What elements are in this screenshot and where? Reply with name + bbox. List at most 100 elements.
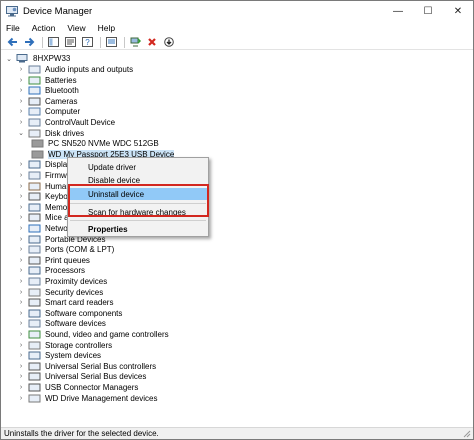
expand-chevron-icon[interactable]: › xyxy=(17,108,25,115)
help-icon[interactable]: ? xyxy=(80,36,94,48)
update-driver-icon[interactable] xyxy=(104,36,118,48)
tree-category-item[interactable]: › System devices xyxy=(17,350,101,361)
expand-chevron-icon[interactable]: › xyxy=(17,320,25,327)
device-category-icon xyxy=(28,182,41,191)
device-manager-icon xyxy=(6,5,18,16)
expand-chevron-icon[interactable]: › xyxy=(17,352,25,359)
close-button[interactable]: ✕ xyxy=(443,1,473,21)
ctx-separator xyxy=(70,220,206,221)
expand-chevron-icon[interactable]: › xyxy=(17,87,25,94)
tree-category-item[interactable]: ⌄ Disk drives xyxy=(17,128,84,139)
minimize-button[interactable]: — xyxy=(383,1,413,21)
tree-item-label: Processors xyxy=(45,266,86,276)
expand-chevron-icon[interactable]: › xyxy=(17,267,25,274)
tree-category-item[interactable]: › Print queues xyxy=(17,255,90,266)
back-arrow-icon[interactable] xyxy=(5,36,19,48)
device-category-icon xyxy=(28,394,41,403)
status-bar: Uninstalls the driver for the selected d… xyxy=(1,427,473,439)
expand-chevron-icon[interactable]: › xyxy=(17,331,25,338)
tree-category-item[interactable]: › Software components xyxy=(17,308,123,319)
expand-chevron-icon[interactable]: › xyxy=(17,299,25,306)
device-category-icon xyxy=(28,160,41,169)
device-category-icon xyxy=(28,330,41,339)
expand-chevron-icon[interactable]: › xyxy=(17,214,25,221)
expand-chevron-icon[interactable]: › xyxy=(17,193,25,200)
menu-file[interactable]: File xyxy=(6,23,20,33)
tree-category-item[interactable]: › Memor xyxy=(17,202,70,213)
expand-chevron-icon[interactable]: › xyxy=(17,77,25,84)
tree-category-item[interactable]: › Audio inputs and outputs xyxy=(17,64,133,75)
tree-category-item[interactable]: › Smart card readers xyxy=(17,297,114,308)
expand-chevron-icon[interactable]: › xyxy=(17,183,25,190)
expand-chevron-icon[interactable]: › xyxy=(17,66,25,73)
tree-category-item[interactable]: › ControlVault Device xyxy=(17,117,115,128)
expand-chevron-icon[interactable]: › xyxy=(17,363,25,370)
title-bar: Device Manager — ☐ ✕ xyxy=(1,1,473,21)
menu-action[interactable]: Action xyxy=(32,23,56,33)
tree-root[interactable]: ⌄ 8HXPW33 xyxy=(5,53,70,64)
expand-chevron-icon[interactable]: › xyxy=(17,161,25,168)
expand-chevron-icon[interactable]: › xyxy=(17,373,25,380)
expand-chevron-icon[interactable]: › xyxy=(17,225,25,232)
expand-chevron-icon[interactable]: › xyxy=(17,257,25,264)
device-category-icon xyxy=(28,171,41,180)
tree-category-item[interactable]: › Processors xyxy=(17,265,85,276)
menu-view[interactable]: View xyxy=(67,23,85,33)
resize-grip-icon[interactable] xyxy=(463,430,471,438)
tree-item-label: Smart card readers xyxy=(45,298,114,308)
ctx-properties[interactable]: Properties xyxy=(68,223,208,235)
tree-category-item[interactable]: › Ports (COM & LPT) xyxy=(17,244,115,255)
tree-child-item[interactable]: PC SN520 NVMe WDC 512GB xyxy=(31,138,159,149)
tree-item-label: Sound, video and game controllers xyxy=(45,330,169,339)
tree-category-item[interactable]: › Batteries xyxy=(17,75,77,86)
remove-device-icon[interactable] xyxy=(145,36,159,48)
expand-chevron-icon[interactable]: › xyxy=(17,278,25,285)
expand-chevron-icon[interactable]: › xyxy=(17,384,25,391)
forward-arrow-icon[interactable] xyxy=(22,36,36,48)
maximize-button[interactable]: ☐ xyxy=(413,1,443,21)
window-title: Device Manager xyxy=(23,5,93,17)
tree-category-item[interactable]: › Mice an xyxy=(17,212,73,223)
device-tree: ⌄ 8HXPW33 › Audio inputs and outputs › Batt… xyxy=(1,51,473,427)
properties-icon[interactable] xyxy=(63,36,77,48)
download-arrow-icon[interactable] xyxy=(162,36,176,48)
scan-hardware-icon[interactable] xyxy=(128,36,142,48)
expand-chevron-icon[interactable]: › xyxy=(17,289,25,296)
tree-category-item[interactable]: › WD Drive Management devices xyxy=(17,393,158,404)
tree-category-item[interactable]: › Proximity devices xyxy=(17,276,107,287)
expand-chevron-icon[interactable]: › xyxy=(17,310,25,317)
tree-item-label: Disk drives xyxy=(45,128,85,138)
expand-chevron-icon[interactable]: › xyxy=(17,204,25,211)
tree-category-item[interactable]: › Sound, video and game controllers xyxy=(17,329,169,340)
tree-category-item[interactable]: › Universal Serial Bus devices xyxy=(17,371,147,382)
device-category-icon xyxy=(28,86,41,95)
tree-category-item[interactable]: › Human xyxy=(17,181,71,192)
expand-chevron-icon[interactable]: › xyxy=(17,98,25,105)
expand-chevron-icon[interactable]: › xyxy=(17,395,25,402)
tree-item-label: Computer xyxy=(45,107,81,117)
tree-category-item[interactable]: › Computer xyxy=(17,106,80,117)
collapse-chevron-icon[interactable]: ⌄ xyxy=(5,55,13,63)
ctx-update-driver[interactable]: Update driver xyxy=(68,161,208,173)
tree-category-item[interactable]: › Software devices xyxy=(17,318,106,329)
collapse-chevron-icon[interactable]: ⌄ xyxy=(17,129,25,137)
tree-item-label: System devices xyxy=(45,351,102,361)
expand-chevron-icon[interactable]: › xyxy=(17,246,25,253)
tree-category-item[interactable]: › Cameras xyxy=(17,96,78,107)
tree-item-label: Print queues xyxy=(45,255,90,265)
device-category-icon xyxy=(28,362,41,371)
tree-category-item[interactable]: › Firmwar xyxy=(17,170,74,181)
expand-chevron-icon[interactable]: › xyxy=(17,172,25,179)
expand-chevron-icon[interactable]: › xyxy=(17,236,25,243)
show-hide-tree-icon[interactable] xyxy=(46,36,60,48)
tree-category-item[interactable]: › USB Connector Managers xyxy=(17,382,139,393)
device-category-icon xyxy=(28,266,41,275)
expand-chevron-icon[interactable]: › xyxy=(17,342,25,349)
tree-category-item[interactable]: › Universal Serial Bus controllers xyxy=(17,361,156,372)
tree-category-item[interactable]: › Bluetooth xyxy=(17,85,79,96)
menu-help[interactable]: Help xyxy=(98,23,115,33)
tree-category-item[interactable]: › Security devices xyxy=(17,287,103,298)
tree-category-item[interactable]: › Storage controllers xyxy=(17,340,112,351)
expand-chevron-icon[interactable]: › xyxy=(17,119,25,126)
tree-category-item[interactable]: › Keyboa xyxy=(17,191,72,202)
